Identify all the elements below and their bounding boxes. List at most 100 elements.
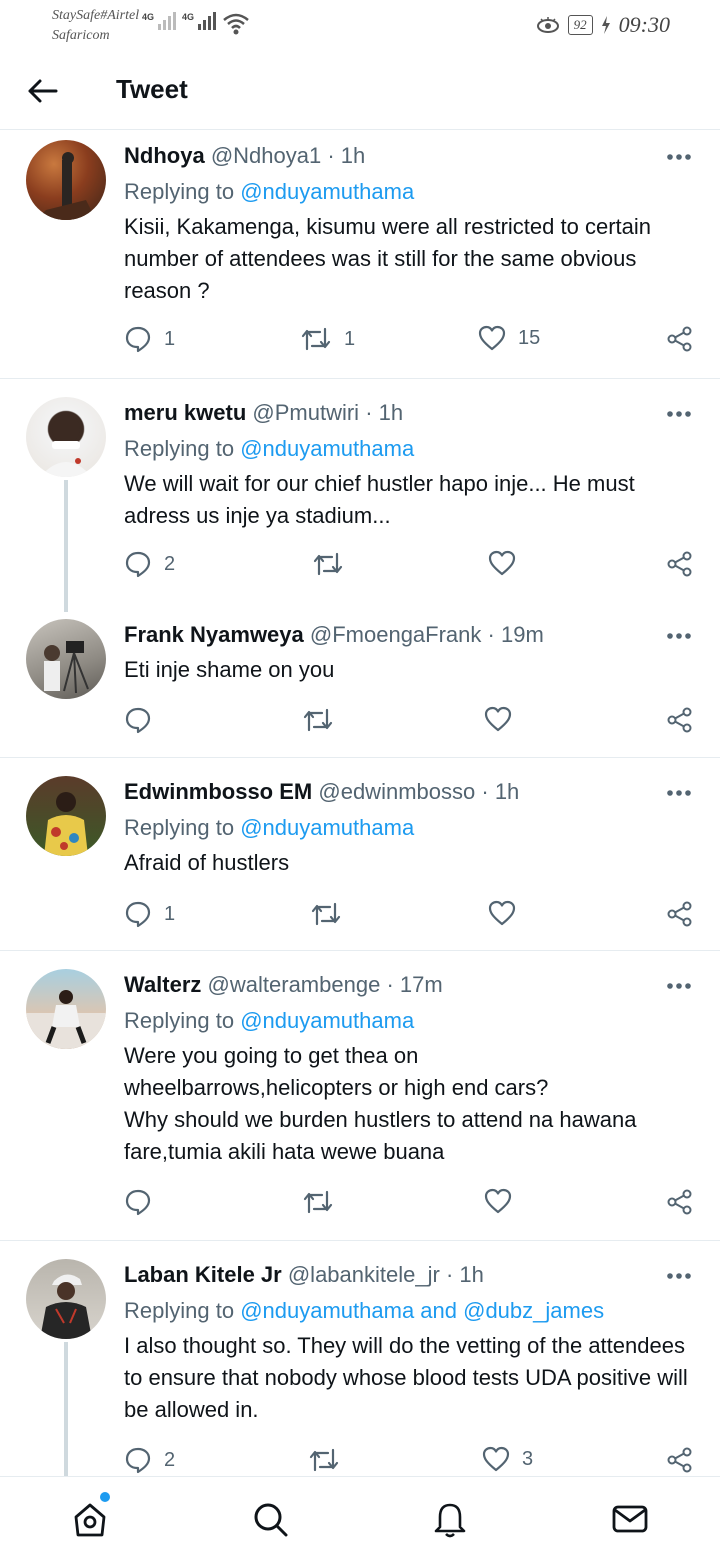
- more-options-icon[interactable]: [666, 410, 692, 418]
- retweet-icon: [301, 327, 331, 351]
- more-options-icon[interactable]: [666, 1272, 692, 1280]
- retweet-count: 1: [344, 327, 356, 350]
- reply-button[interactable]: 2: [124, 1446, 175, 1474]
- retweet-button[interactable]: [308, 1446, 340, 1474]
- tweet-item[interactable]: Walterz @walterambenge · 17m Replying to…: [0, 952, 720, 1241]
- author-name[interactable]: Frank Nyamweya: [124, 622, 304, 647]
- more-options-icon[interactable]: [666, 982, 692, 990]
- tweet-item[interactable]: Ndhoya @Ndhoya1 · 1h Replying to @nduyam…: [0, 131, 720, 379]
- tweet-item[interactable]: Laban Kitele Jr @labankitele_jr · 1h Rep…: [0, 1242, 720, 1476]
- share-icon: [667, 551, 692, 577]
- tweet-time: 1h: [459, 1262, 484, 1287]
- avatar[interactable]: [26, 619, 106, 699]
- signal-1-icon: 4G: [142, 12, 177, 30]
- replying-to: Replying to @nduyamuthama: [124, 1006, 690, 1036]
- more-options-icon[interactable]: [666, 632, 692, 640]
- reply-icon: [125, 326, 151, 353]
- retweet-button[interactable]: 1: [300, 325, 355, 353]
- reply-button[interactable]: [124, 706, 152, 734]
- share-icon: [667, 707, 692, 733]
- avatar[interactable]: [26, 969, 106, 1049]
- search-icon[interactable]: [250, 1499, 290, 1539]
- tweet-item[interactable]: Edwinmbosso EM @edwinmbosso · 1h Replyin…: [0, 759, 720, 951]
- tweet-text: Afraid of hustlers: [124, 850, 290, 875]
- share-button[interactable]: [666, 900, 694, 928]
- share-button[interactable]: [666, 706, 694, 734]
- author-handle[interactable]: @Pmutwiri: [252, 400, 359, 425]
- mention-link[interactable]: @nduyamuthama: [240, 436, 414, 461]
- like-button[interactable]: 15: [478, 325, 540, 351]
- mention-link[interactable]: @nduyamuthama and @dubz_james: [240, 1298, 604, 1323]
- tweet-actions: 1 1 15: [124, 325, 696, 361]
- share-button[interactable]: [666, 1446, 694, 1474]
- mention-link[interactable]: @nduyamuthama: [240, 1008, 414, 1033]
- replying-to: Replying to @nduyamuthama and @dubz_jame…: [124, 1296, 690, 1326]
- retweet-icon: [303, 1190, 333, 1214]
- avatar[interactable]: [26, 776, 106, 856]
- author-handle[interactable]: @FmoengaFrank: [310, 622, 482, 647]
- share-button[interactable]: [666, 325, 694, 353]
- tweet-actions: [124, 706, 696, 742]
- back-arrow-icon[interactable]: [26, 76, 60, 106]
- reply-icon: [125, 707, 151, 734]
- author-handle[interactable]: @labankitele_jr: [288, 1262, 440, 1287]
- author-name[interactable]: meru kwetu: [124, 400, 246, 425]
- replying-to: Replying to @nduyamuthama: [124, 177, 690, 207]
- home-icon[interactable]: [70, 1499, 110, 1539]
- network-type-1: 4G: [142, 12, 155, 22]
- wifi-icon: [223, 13, 249, 35]
- avatar[interactable]: [26, 140, 106, 220]
- like-button[interactable]: 3: [482, 1446, 533, 1472]
- retweet-button[interactable]: [310, 900, 342, 928]
- tweet-item[interactable]: Frank Nyamweya @FmoengaFrank · 19m Eti i…: [0, 610, 720, 758]
- tweet-time: 1h: [378, 400, 404, 425]
- replying-label: Replying to: [124, 1298, 235, 1323]
- author-name[interactable]: Ndhoya: [124, 143, 205, 168]
- retweet-button[interactable]: [302, 1188, 334, 1216]
- author-handle[interactable]: @edwinmbosso: [318, 779, 475, 804]
- reply-icon: [125, 1189, 151, 1216]
- reply-button[interactable]: 1: [124, 900, 175, 928]
- reply-count: 1: [164, 902, 176, 925]
- author-name[interactable]: Edwinmbosso EM: [124, 779, 312, 804]
- tweet-actions: 1: [124, 900, 696, 936]
- avatar[interactable]: [26, 397, 106, 477]
- mention-link[interactable]: @nduyamuthama: [240, 179, 414, 204]
- notifications-bell-icon[interactable]: [430, 1499, 470, 1539]
- tweet-header: meru kwetu @Pmutwiri · 1h: [124, 400, 404, 425]
- more-options-icon[interactable]: [666, 789, 692, 797]
- avatar[interactable]: [26, 1259, 106, 1339]
- like-button[interactable]: [488, 900, 516, 926]
- like-button[interactable]: [484, 1188, 512, 1214]
- retweet-button[interactable]: [312, 550, 344, 578]
- reply-button[interactable]: 1: [124, 325, 175, 353]
- share-icon: [667, 1447, 692, 1473]
- tweet-header: Frank Nyamweya @FmoengaFrank · 19m: [124, 622, 544, 647]
- like-button[interactable]: [488, 550, 516, 576]
- like-button[interactable]: [484, 706, 512, 732]
- bottom-navigation: [0, 1476, 720, 1560]
- clock: 09:30: [618, 12, 670, 37]
- heart-icon: [478, 325, 506, 351]
- tweet-item[interactable]: meru kwetu @Pmutwiri · 1h Replying to @n…: [0, 380, 720, 612]
- share-button[interactable]: [666, 550, 694, 578]
- reply-button[interactable]: [124, 1188, 152, 1216]
- reply-button[interactable]: 2: [124, 550, 175, 578]
- share-button[interactable]: [666, 1188, 694, 1216]
- retweet-button[interactable]: [302, 706, 334, 734]
- status-bar: StaySafe#Airtel Safaricom 4G 4G 92 09:30: [0, 0, 720, 50]
- tweet-actions: 2: [124, 550, 696, 586]
- reply-icon: [125, 1447, 151, 1474]
- author-handle[interactable]: @walterambenge: [208, 972, 381, 997]
- tweet-text: Kisii, Kakamenga, kisumu were all restri…: [124, 214, 651, 303]
- author-handle[interactable]: @Ndhoya1: [211, 143, 321, 168]
- author-name[interactable]: Laban Kitele Jr: [124, 1262, 282, 1287]
- messages-mail-icon[interactable]: [610, 1499, 650, 1539]
- author-name[interactable]: Walterz: [124, 972, 201, 997]
- tweet-header: Walterz @walterambenge · 17m: [124, 972, 443, 997]
- more-options-icon[interactable]: [666, 153, 692, 161]
- battery-indicator: 92: [567, 15, 593, 35]
- mention-link[interactable]: @nduyamuthama: [240, 815, 414, 840]
- replying-label: Replying to: [124, 179, 235, 204]
- replying-label: Replying to: [124, 1008, 235, 1033]
